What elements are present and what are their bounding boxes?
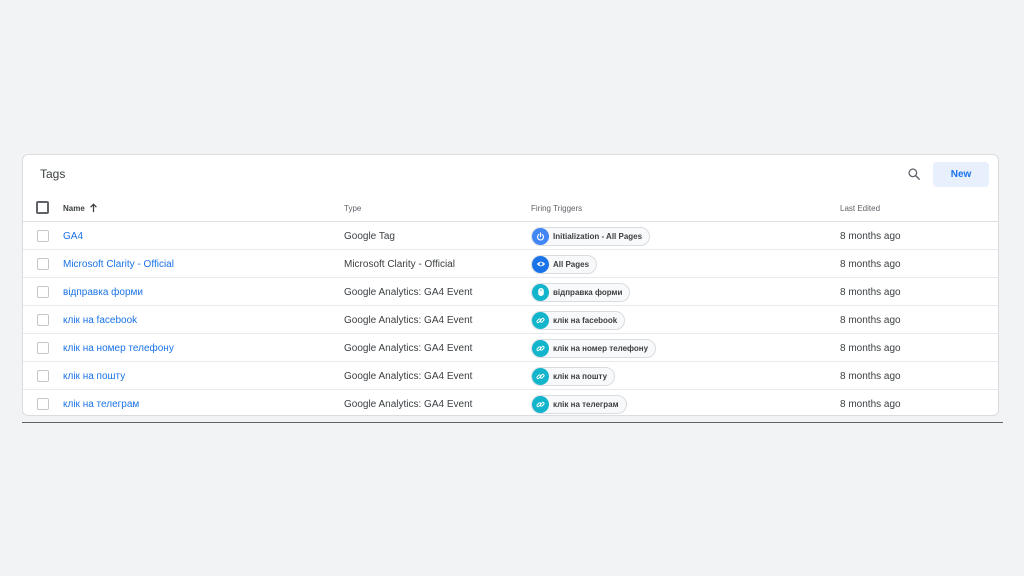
table-row[interactable]: клік на номер телефону Google Analytics: …	[23, 334, 998, 362]
trigger-chip[interactable]: Initialization - All Pages	[531, 226, 651, 246]
search-button[interactable]	[904, 164, 924, 184]
table-row[interactable]: відправка форми Google Analytics: GA4 Eve…	[23, 278, 998, 306]
row-checkbox[interactable]	[37, 286, 49, 298]
trigger-chip[interactable]: відправка форми	[531, 282, 631, 302]
tag-name-link[interactable]: клік на facebook	[63, 315, 137, 326]
last-edited: 8 months ago	[840, 398, 901, 410]
link-icon	[532, 311, 549, 329]
power-icon	[532, 227, 549, 245]
row-checkbox[interactable]	[37, 342, 49, 354]
card-title: Tags	[40, 167, 66, 181]
table-row[interactable]: клік на телеграм Google Analytics: GA4 Ev…	[23, 390, 998, 415]
column-header-last-edited[interactable]: Last Edited	[840, 204, 880, 213]
last-edited: 8 months ago	[840, 342, 901, 354]
trigger-label: клік на телеграм	[553, 399, 619, 409]
trigger-label: клік на номер телефону	[553, 343, 649, 353]
search-icon	[908, 168, 920, 180]
new-button[interactable]: New	[933, 162, 989, 187]
select-all-checkbox[interactable]	[36, 201, 49, 214]
row-checkbox[interactable]	[37, 398, 49, 410]
column-header-triggers[interactable]: Firing Triggers	[531, 204, 582, 213]
table-row[interactable]: Microsoft Clarity - Official Microsoft Cl…	[23, 250, 998, 278]
link-icon	[532, 339, 549, 357]
tag-type: Google Tag	[344, 230, 395, 242]
tag-type: Microsoft Clarity - Official	[344, 258, 455, 270]
tag-name-link[interactable]: відправка форми	[63, 287, 143, 298]
trigger-chip[interactable]: клік на телеграм	[531, 394, 627, 414]
trigger-label: клік на facebook	[553, 315, 618, 325]
tag-name-link[interactable]: Microsoft Clarity - Official	[63, 259, 174, 270]
link-icon	[532, 367, 549, 385]
tag-type: Google Analytics: GA4 Event	[344, 314, 473, 326]
trigger-label: All Pages	[553, 259, 590, 269]
last-edited: 8 months ago	[840, 314, 901, 326]
tag-type: Google Analytics: GA4 Event	[344, 286, 473, 298]
trigger-label: відправка форми	[553, 287, 623, 297]
column-header-name[interactable]: Name	[63, 204, 85, 213]
last-edited: 8 months ago	[840, 230, 901, 242]
trigger-label: клік на пошту	[553, 371, 608, 381]
trigger-chip[interactable]: клік на facebook	[531, 310, 626, 330]
trigger-label: Initialization - All Pages	[553, 231, 643, 241]
eye-icon	[532, 255, 549, 273]
tag-name-link[interactable]: клік на телеграм	[63, 399, 139, 410]
table-row[interactable]: клік на facebook Google Analytics: GA4 Ev…	[23, 306, 998, 334]
tag-type: Google Analytics: GA4 Event	[344, 370, 473, 382]
divider	[22, 422, 1003, 423]
tags-card: Tags New Name Type Firing Triggers Last …	[22, 154, 999, 416]
table-row[interactable]: клік на пошту Google Analytics: GA4 Event…	[23, 362, 998, 390]
tag-type: Google Analytics: GA4 Event	[344, 398, 473, 410]
tag-name-link[interactable]: клік на номер телефону	[63, 343, 174, 354]
tag-name-link[interactable]: клік на пошту	[63, 371, 125, 382]
sort-ascending-icon[interactable]	[89, 203, 98, 213]
row-checkbox[interactable]	[37, 230, 49, 242]
last-edited: 8 months ago	[840, 286, 901, 298]
last-edited: 8 months ago	[840, 258, 901, 270]
last-edited: 8 months ago	[840, 370, 901, 382]
tag-name-link[interactable]: GA4	[63, 231, 83, 242]
trigger-chip[interactable]: All Pages	[531, 254, 598, 274]
row-checkbox[interactable]	[37, 314, 49, 326]
tag-type: Google Analytics: GA4 Event	[344, 342, 473, 354]
mouse-icon	[532, 283, 549, 301]
trigger-chip[interactable]: клік на пошту	[531, 366, 616, 386]
table-header: Name Type Firing Triggers Last Edited	[23, 194, 998, 222]
trigger-chip[interactable]: клік на номер телефону	[531, 338, 657, 358]
column-header-type[interactable]: Type	[344, 204, 361, 213]
link-icon	[532, 395, 549, 413]
row-checkbox[interactable]	[37, 370, 49, 382]
row-checkbox[interactable]	[37, 258, 49, 270]
table-row[interactable]: GA4 Google Tag Initialization - All Pages 8…	[23, 222, 998, 250]
